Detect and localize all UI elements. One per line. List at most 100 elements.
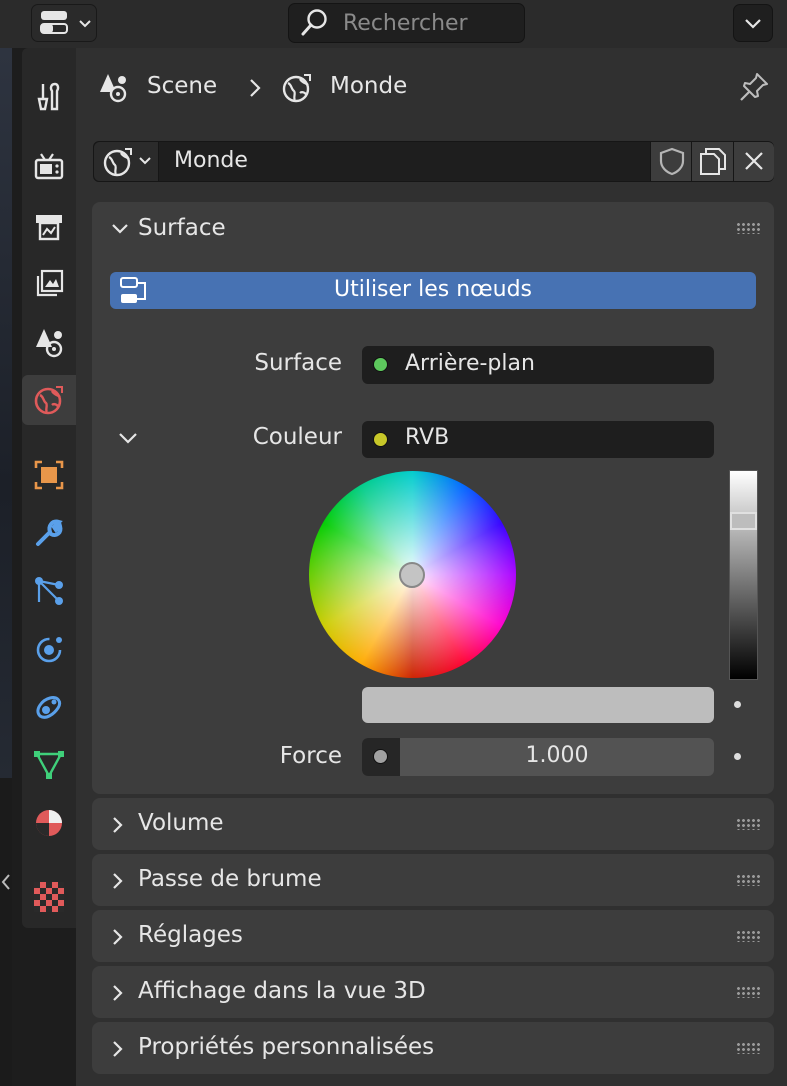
data-icon bbox=[34, 751, 64, 779]
editor-type-icon bbox=[40, 11, 68, 34]
float-socket-icon bbox=[373, 749, 388, 764]
custom-properties-panel-title: Propriétés personnalisées bbox=[138, 1034, 435, 1060]
world-icon bbox=[34, 386, 63, 415]
viewport-display-panel[interactable]: Affichage dans la vue 3D bbox=[92, 966, 774, 1018]
output-icon bbox=[36, 215, 62, 241]
tab-scene[interactable] bbox=[22, 317, 76, 367]
search-placeholder: Rechercher bbox=[343, 11, 468, 36]
chevron-right-icon bbox=[113, 929, 123, 945]
unlink-world-button[interactable] bbox=[733, 142, 774, 181]
tab-constraints[interactable] bbox=[22, 682, 76, 732]
chevron-right-icon bbox=[113, 985, 123, 1001]
chevron-right-icon bbox=[113, 817, 123, 833]
scene-icon bbox=[36, 329, 63, 358]
constraints-icon bbox=[36, 696, 62, 719]
settings-panel-title: Réglages bbox=[138, 922, 243, 948]
drag-handle-icon[interactable] bbox=[736, 874, 762, 886]
drag-handle-icon[interactable] bbox=[736, 1042, 762, 1054]
search-icon bbox=[301, 9, 327, 36]
browse-world-button[interactable] bbox=[94, 142, 159, 181]
keyframe-dot-icon[interactable] bbox=[734, 753, 741, 760]
chevron-down-icon bbox=[745, 19, 761, 29]
color-input-field[interactable]: RVB bbox=[362, 421, 714, 458]
scene-icon bbox=[100, 74, 127, 103]
color-socket-icon bbox=[373, 432, 388, 447]
settings-panel[interactable]: Réglages bbox=[92, 910, 774, 962]
volume-panel-title: Volume bbox=[138, 810, 224, 836]
tab-world[interactable] bbox=[22, 375, 76, 425]
drag-handle-icon[interactable] bbox=[736, 930, 762, 942]
custom-properties-panel[interactable]: Propriétés personnalisées bbox=[92, 1022, 774, 1074]
view-layer-icon bbox=[36, 269, 64, 297]
color-input-value: RVB bbox=[405, 425, 450, 450]
duplicate-world-button[interactable] bbox=[691, 142, 733, 181]
chevron-down-icon bbox=[79, 20, 91, 28]
tab-tool[interactable] bbox=[22, 71, 76, 121]
material-icon bbox=[36, 810, 62, 836]
tab-texture[interactable] bbox=[22, 872, 76, 922]
surface-shader-value: Arrière-plan bbox=[405, 351, 535, 376]
strength-socket-area bbox=[362, 738, 400, 776]
object-icon bbox=[34, 460, 64, 490]
surface-label: Surface bbox=[254, 350, 342, 376]
chevron-down-icon[interactable] bbox=[110, 222, 130, 236]
drag-handle-icon[interactable] bbox=[736, 986, 762, 998]
pin-icon[interactable] bbox=[737, 70, 771, 104]
tab-data[interactable] bbox=[22, 740, 76, 790]
tab-view-layer[interactable] bbox=[22, 259, 76, 309]
tab-physics[interactable] bbox=[22, 624, 76, 674]
chevron-down-icon bbox=[139, 157, 151, 165]
color-wheel-cursor[interactable] bbox=[399, 562, 425, 588]
tab-material[interactable] bbox=[22, 798, 76, 848]
drag-handle-icon[interactable] bbox=[736, 818, 762, 830]
breadcrumb-scene[interactable]: Scene bbox=[147, 73, 217, 99]
keyframe-dot-icon[interactable] bbox=[734, 701, 741, 708]
shield-icon bbox=[659, 147, 685, 176]
volume-panel[interactable]: Volume bbox=[92, 798, 774, 850]
particles-icon bbox=[35, 577, 63, 605]
strength-field[interactable]: 1.000 bbox=[362, 738, 714, 776]
mist-pass-panel[interactable]: Passe de brume bbox=[92, 854, 774, 906]
modifier-icon bbox=[36, 519, 63, 546]
close-icon bbox=[745, 152, 763, 170]
tool-icon bbox=[37, 82, 60, 111]
physics-icon bbox=[36, 637, 62, 663]
strength-value: 1.000 bbox=[525, 743, 589, 768]
world-datablock-selector[interactable]: Monde bbox=[93, 141, 774, 182]
texture-icon bbox=[34, 882, 64, 912]
shader-socket-icon bbox=[373, 357, 388, 372]
tab-modifier[interactable] bbox=[22, 508, 76, 558]
render-icon bbox=[34, 153, 64, 180]
tab-particles[interactable] bbox=[22, 566, 76, 616]
world-icon bbox=[282, 74, 311, 103]
tab-object[interactable] bbox=[22, 450, 76, 500]
surface-shader-field[interactable]: Arrière-plan bbox=[362, 346, 714, 384]
value-slider[interactable] bbox=[729, 470, 758, 680]
tab-output[interactable] bbox=[22, 201, 76, 251]
tab-render[interactable] bbox=[22, 142, 76, 192]
use-nodes-button[interactable]: Utiliser les nœuds bbox=[110, 272, 756, 309]
color-label: Couleur bbox=[252, 424, 342, 450]
chevron-right-icon bbox=[250, 79, 261, 97]
mist-pass-panel-title: Passe de brume bbox=[138, 866, 322, 892]
duplicate-icon bbox=[700, 148, 726, 175]
breadcrumb-world[interactable]: Monde bbox=[330, 73, 407, 99]
fake-user-button[interactable] bbox=[650, 142, 691, 181]
strength-label: Force bbox=[279, 743, 342, 769]
collapse-arrow-icon[interactable] bbox=[0, 872, 12, 892]
search-input[interactable]: Rechercher bbox=[288, 3, 525, 43]
drag-handle-icon[interactable] bbox=[736, 222, 762, 234]
value-slider-handle[interactable] bbox=[730, 512, 757, 531]
editor-type-button[interactable] bbox=[31, 4, 97, 42]
viewport-preview bbox=[0, 48, 12, 778]
surface-panel-title[interactable]: Surface bbox=[138, 215, 226, 241]
chevron-down-icon[interactable] bbox=[117, 431, 139, 447]
world-icon bbox=[103, 148, 132, 177]
chevron-right-icon bbox=[113, 873, 123, 889]
options-menu-button[interactable] bbox=[733, 4, 773, 42]
viewport-display-panel-title: Affichage dans la vue 3D bbox=[138, 978, 426, 1004]
world-name-field[interactable]: Monde bbox=[174, 148, 248, 173]
use-nodes-label: Utiliser les nœuds bbox=[333, 277, 533, 302]
color-swatch[interactable] bbox=[362, 687, 714, 723]
chevron-right-icon bbox=[113, 1041, 123, 1057]
